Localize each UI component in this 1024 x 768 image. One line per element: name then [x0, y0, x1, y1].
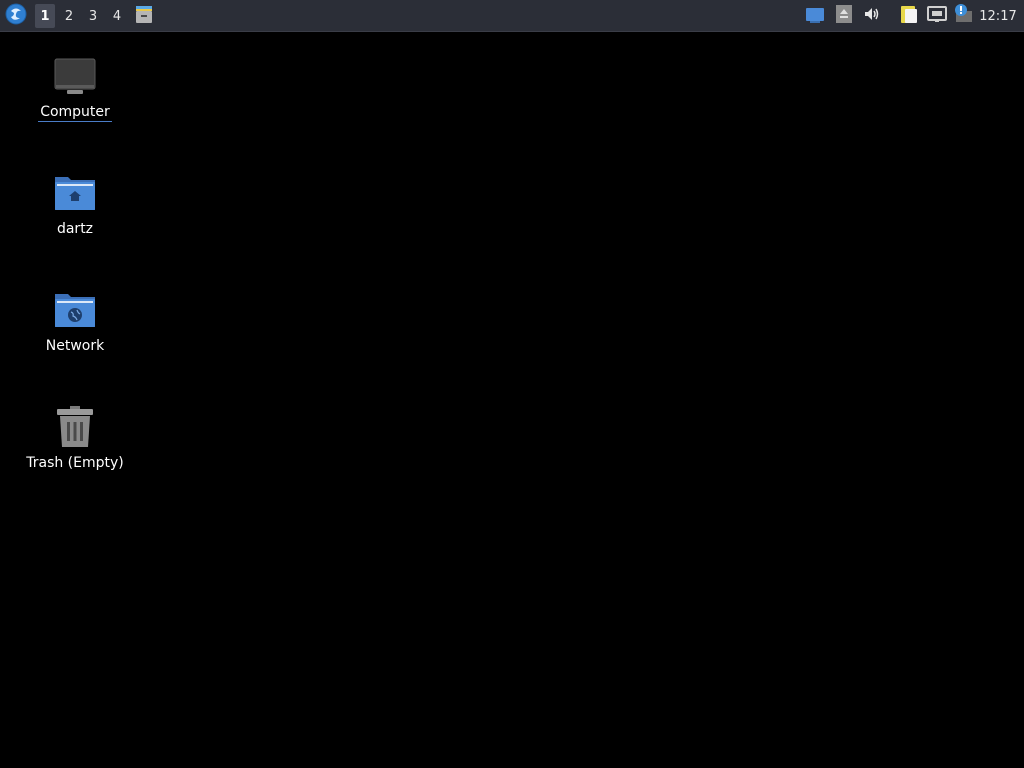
start-menu-button[interactable]	[3, 0, 29, 32]
trash-icon	[51, 403, 99, 451]
desktop-icon-label: Computer	[38, 104, 112, 122]
file-manager-launcher[interactable]	[132, 0, 156, 32]
volume-button[interactable]	[861, 0, 883, 32]
workspace-2-button[interactable]: 2	[59, 4, 79, 28]
computer-icon	[51, 52, 99, 100]
desktop-icon-network[interactable]: Network	[15, 286, 135, 355]
network-wired-icon	[926, 3, 948, 29]
top-panel: 1 2 3 4 12:17	[0, 0, 1024, 32]
show-desktop-button[interactable]	[803, 0, 827, 32]
eject-icon	[835, 4, 853, 28]
eject-button[interactable]	[833, 0, 855, 32]
file-cabinet-icon	[133, 3, 155, 29]
volume-icon	[862, 4, 882, 28]
network-folder-icon	[51, 286, 99, 334]
desktop-icon-label: Network	[45, 338, 105, 354]
distro-logo-icon	[5, 3, 27, 29]
notifications-button[interactable]	[951, 0, 975, 32]
desktop-icon-computer[interactable]: Computer	[15, 52, 135, 122]
home-folder-icon	[51, 169, 99, 217]
show-desktop-icon	[804, 3, 826, 29]
workspace-4-button[interactable]: 4	[107, 4, 127, 28]
desktop-icon-label: dartz	[56, 221, 94, 237]
notification-icon	[952, 3, 974, 29]
workspace-1-button[interactable]: 1	[35, 4, 55, 28]
desktop-icon-label: Trash (Empty)	[26, 455, 124, 471]
desktop-icon-trash[interactable]: Trash (Empty)	[15, 403, 135, 472]
network-button[interactable]	[925, 0, 949, 32]
clipboard-button[interactable]	[897, 0, 921, 32]
desktop-icon-home-folder[interactable]: dartz	[15, 169, 135, 238]
workspace-3-button[interactable]: 3	[83, 4, 103, 28]
clock[interactable]: 12:17	[976, 0, 1020, 32]
clipboard-icon	[898, 3, 920, 29]
